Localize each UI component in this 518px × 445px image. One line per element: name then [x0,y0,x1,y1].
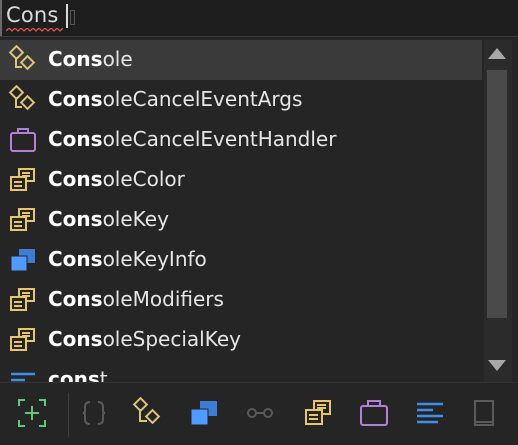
item-label: ConsoleSpecialKey [48,327,241,351]
enum-icon [10,168,35,191]
completion-item-consolecanceleventargs[interactable]: ConsoleCancelEventArgs [0,80,482,120]
enum-filter-icon[interactable] [302,397,334,429]
class-icon [8,45,36,71]
completion-item-const[interactable]: const [0,360,482,382]
completion-item-consolecolor[interactable]: ConsoleColor [0,160,482,200]
class-filter-icon[interactable] [132,397,164,429]
scroll-down-arrow-icon[interactable] [488,360,506,371]
completion-item-consolecanceleventhandler[interactable]: ConsoleCancelEventHandler [0,120,482,160]
keyword-icon [11,372,35,382]
enum-icon [10,208,35,231]
inline-hint [70,10,75,25]
scroll-up-arrow-icon[interactable] [488,48,506,59]
text-caret [66,4,68,28]
filter-toolbar [0,382,518,445]
completion-item-consolekeyinfo[interactable]: ConsoleKeyInfo [0,240,482,280]
item-label: ConsoleCancelEventHandler [48,127,337,151]
completion-item-consolemodifiers[interactable]: ConsoleModifiers [0,280,482,320]
delegate-filter-icon[interactable] [358,397,390,429]
scroll-thumb[interactable] [487,70,507,318]
keyword-filter-icon[interactable] [414,397,446,429]
item-label: ConsoleModifiers [48,287,224,311]
editor-gutter-border [0,0,2,36]
snippet-filter-icon[interactable] [468,397,500,429]
completion-item-console[interactable]: Console [0,40,482,80]
struct-filter-icon[interactable] [188,397,220,429]
interface-filter-icon[interactable] [244,397,276,429]
vertical-scrollbar[interactable] [484,40,512,382]
completion-item-consolekey[interactable]: ConsoleKey [0,200,482,240]
completion-list[interactable]: Console ConsoleCancelEventArgs ConsoleCa… [0,40,518,382]
namespace-filter-icon[interactable] [78,397,110,429]
struct-icon [10,249,35,272]
typed-text[interactable]: Cons [6,3,59,27]
item-label: ConsoleKeyInfo [48,247,207,271]
enum-icon [10,288,35,311]
completion-item-consolespecialkey[interactable]: ConsoleSpecialKey [0,320,482,360]
item-label: ConsoleKey [48,207,169,231]
enum-icon [10,328,35,351]
item-label: ConsoleCancelEventArgs [48,87,303,111]
error-squiggle [6,28,64,32]
item-label: Console [48,47,133,71]
toolbar-separator [68,393,69,437]
class-icon [8,85,36,111]
item-label: ConsoleColor [48,167,185,191]
delegate-icon [10,128,36,152]
item-label: const [48,367,108,382]
expand-items-icon[interactable] [16,397,48,429]
editor-line[interactable]: Cons [0,0,518,37]
